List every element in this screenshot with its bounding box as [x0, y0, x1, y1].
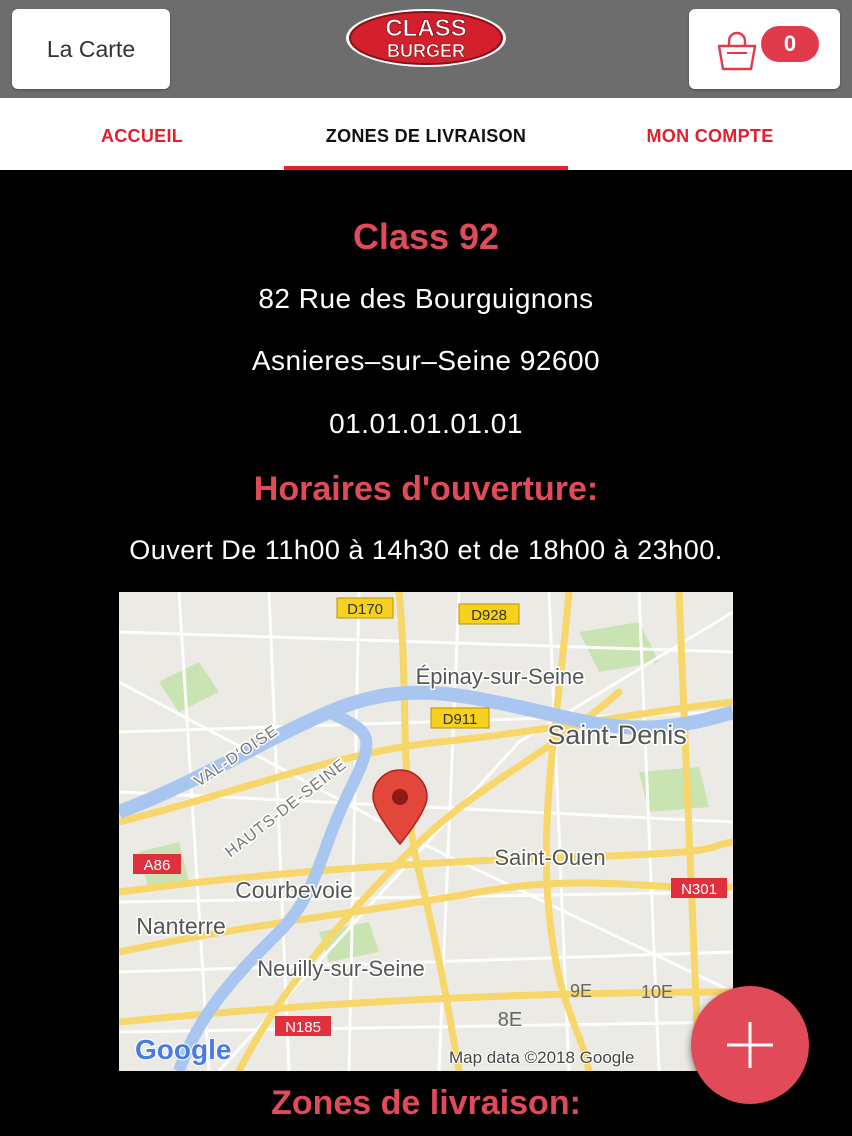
restaurant-name: Class 92 [352, 216, 500, 257]
logo-text-burger: BURGER [387, 41, 465, 61]
class-burger-logo[interactable]: CLASS BURGER [344, 8, 508, 68]
app-header: La Carte CLASS BURGER 0 [0, 0, 852, 98]
restaurant-city: Asnieres–sur–Seine 92600 [251, 345, 601, 376]
svg-text:N185: N185 [285, 1019, 321, 1036]
svg-text:D170: D170 [347, 601, 383, 618]
road-shield-a86: A86 [133, 854, 181, 874]
google-logo: Google [135, 1034, 231, 1065]
restaurant-phone[interactable]: 01.01.01.01.01 [0, 408, 852, 440]
svg-text:A86: A86 [144, 857, 171, 874]
logo-text-class: CLASS [385, 15, 466, 42]
svg-text:N301: N301 [681, 881, 717, 898]
location-map[interactable]: D170 D928 D911 A86 N301 N185 Épinay-sur-… [119, 592, 733, 1071]
map-label-courbevoie: Courbevoie [235, 877, 353, 903]
tab-mon-compte[interactable]: MON COMPTE [568, 98, 852, 170]
map-label-saint-ouen: Saint-Ouen [494, 845, 605, 870]
tab-zones-de-livraison[interactable]: ZONES DE LIVRAISON [284, 98, 568, 170]
road-shield-n185: N185 [275, 1016, 331, 1036]
tab-accueil[interactable]: ACCUEIL [0, 98, 284, 170]
road-shield-d911: D911 [430, 707, 490, 729]
add-fab-button[interactable] [691, 986, 809, 1104]
map-label-8e: 8E [498, 1009, 522, 1031]
map-label-9e: 9E [570, 981, 592, 1001]
svg-text:D911: D911 [443, 711, 478, 728]
restaurant-street: 82 Rue des Bourguignons [258, 283, 594, 314]
road-shield-n301: N301 [671, 878, 727, 898]
plus-icon [727, 1022, 773, 1068]
cart-count-badge: 0 [761, 26, 819, 62]
svg-text:D928: D928 [471, 607, 507, 624]
hours-text: Ouvert De 11h00 à 14h30 et de 18h00 à 23… [129, 535, 723, 565]
map-label-neuilly: Neuilly-sur-Seine [257, 956, 425, 981]
map-label-saint-denis: Saint-Denis [547, 720, 687, 750]
map-attribution: Map data ©2018 Google [449, 1048, 635, 1067]
cart-button[interactable]: 0 [689, 9, 840, 89]
road-shield-d170: D170 [336, 597, 394, 619]
hours-heading: Horaires d'ouverture: [253, 470, 599, 508]
map-label-epinay: Épinay-sur-Seine [416, 664, 585, 689]
map-label-nanterre: Nanterre [136, 913, 225, 939]
map-label-10e: 10E [641, 982, 673, 1002]
road-shield-d928: D928 [458, 603, 520, 625]
shopping-bag-icon [717, 31, 757, 71]
main-nav: ACCUEIL ZONES DE LIVRAISON MON COMPTE [0, 98, 852, 170]
la-carte-button[interactable]: La Carte [12, 9, 170, 89]
